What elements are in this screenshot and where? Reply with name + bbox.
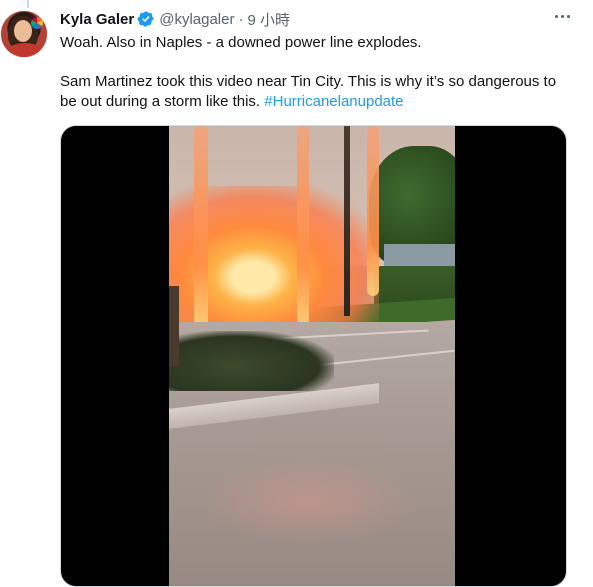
video-puddle — [199, 456, 419, 546]
tweet-video[interactable] — [60, 125, 567, 587]
tweet-text-segment: be out during a storm like this. — [60, 93, 265, 110]
author-avatar[interactable] — [0, 10, 48, 58]
tweet-header: Kyla Galer @kylagaler · 9 小時 — [60, 9, 593, 29]
nbc-logo-icon — [31, 17, 43, 29]
more-dot — [560, 14, 564, 18]
author-handle[interactable]: @kylagaler — [159, 11, 234, 28]
video-palm-trunk — [344, 126, 350, 316]
more-dot — [554, 14, 558, 18]
more-dot — [566, 14, 570, 18]
tweet-text-line: Sam Martinez took this video near Tin Ci… — [60, 73, 557, 90]
verified-badge-icon — [137, 11, 154, 27]
tweet-text-line: Woah. Also in Naples - a downed power li… — [60, 34, 422, 51]
tweet-timestamp[interactable]: 9 小時 — [247, 9, 290, 30]
video-palm-debris — [169, 331, 334, 391]
hashtag-link[interactable]: #Hurricanelanupdate — [264, 93, 403, 110]
tweet-text-line: be out during a storm like this. #Hurric… — [60, 92, 580, 112]
video-fire-column — [297, 126, 309, 326]
avatar-body — [5, 43, 45, 57]
video-frame[interactable] — [169, 126, 455, 586]
header-separator: · — [238, 10, 244, 28]
thread-connector-line — [27, 0, 29, 8]
more-options-icon[interactable] — [547, 4, 577, 28]
video-fire-column — [367, 126, 379, 296]
avatar-face — [14, 20, 32, 42]
video-tree-trunk — [169, 286, 179, 366]
video-fire-column — [194, 126, 208, 326]
author-name[interactable]: Kyla Galer — [60, 11, 134, 28]
